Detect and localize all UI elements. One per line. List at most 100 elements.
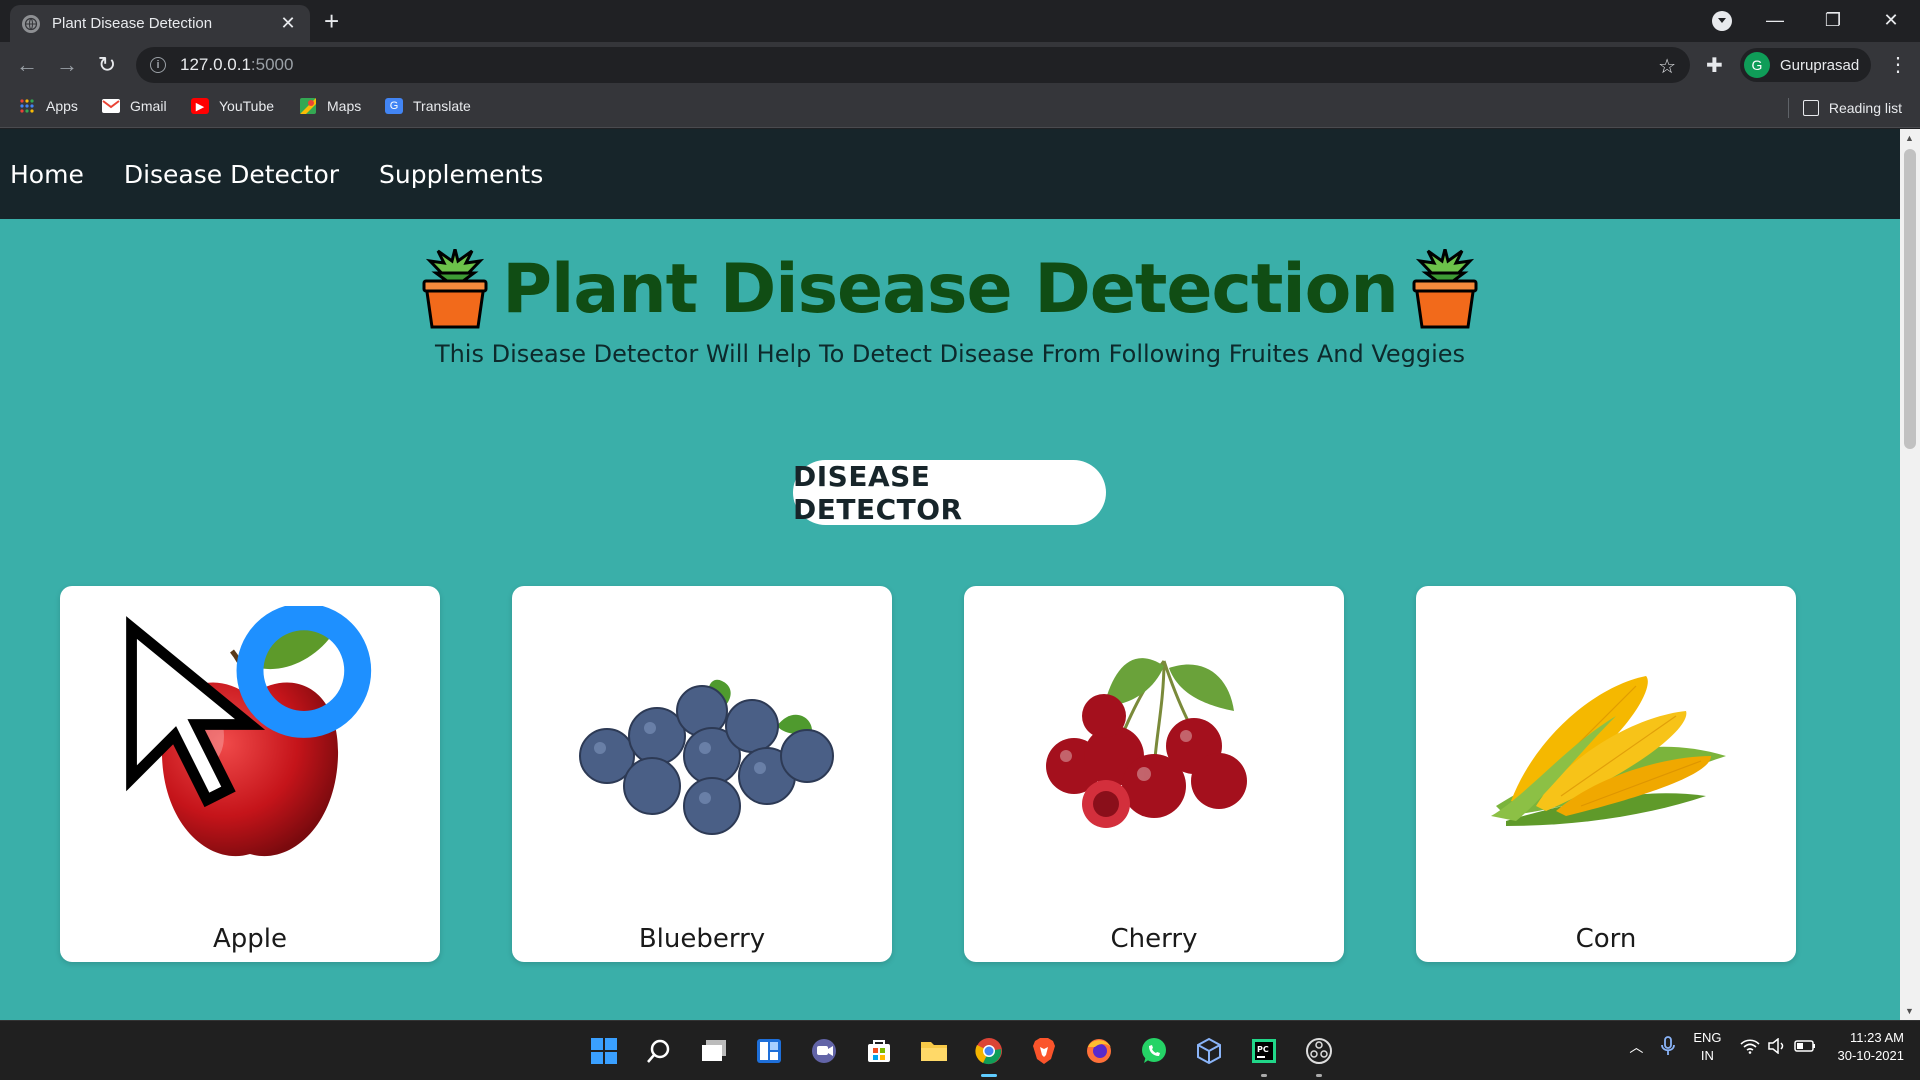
extensions-icon[interactable]: ✚ xyxy=(1706,53,1723,78)
reading-list-icon xyxy=(1802,100,1819,116)
clock-time: 11:23 AM xyxy=(1850,1030,1904,1045)
globe-icon xyxy=(22,14,40,33)
web-page: Home Disease Detector Supplements Plant … xyxy=(0,129,1900,1020)
microphone-icon[interactable] xyxy=(1661,1035,1676,1059)
title-text: Plant Disease Detection xyxy=(502,249,1399,329)
bookmark-maps[interactable]: Maps xyxy=(299,98,361,114)
address-bar[interactable]: i 127.0.0.1:5000 ☆ xyxy=(136,47,1690,83)
scroll-down-icon[interactable]: ▼ xyxy=(1905,1006,1914,1016)
crop-card-apple[interactable]: Apple xyxy=(60,586,440,962)
battery-icon[interactable] xyxy=(1793,1039,1816,1056)
search-icon[interactable] xyxy=(639,1031,679,1071)
potted-plant-icon xyxy=(422,249,488,329)
close-tab-icon[interactable]: ✕ xyxy=(278,13,298,34)
page-title: Plant Disease Detection xyxy=(408,249,1492,329)
crop-cards: Apple Blueberry Cherry Corn xyxy=(60,586,1796,962)
browser-toolbar: ← → ↻ i 127.0.0.1:5000 ☆ xyxy=(0,42,1920,88)
language-indicator[interactable]: ENG IN xyxy=(1693,1029,1721,1065)
bookmark-label: Apps xyxy=(46,98,78,114)
crop-card-corn[interactable]: Corn xyxy=(1416,586,1796,962)
crop-card-blueberry[interactable]: Blueberry xyxy=(512,586,892,962)
chevron-up-icon[interactable]: ︿ xyxy=(1629,1037,1643,1057)
new-tab-button[interactable]: + xyxy=(324,8,339,34)
brave-icon[interactable] xyxy=(1024,1031,1064,1071)
task-view-icon[interactable] xyxy=(694,1031,734,1071)
lang-top: ENG xyxy=(1693,1030,1722,1045)
volume-icon[interactable] xyxy=(1767,1036,1786,1057)
gmail-icon xyxy=(102,98,120,114)
card-label: Cherry xyxy=(1110,924,1198,954)
blueberry-image xyxy=(579,679,834,835)
bookmark-translate[interactable]: G Translate xyxy=(385,98,471,114)
url-port: :5000 xyxy=(250,55,294,74)
bookmark-youtube[interactable]: ▶ YouTube xyxy=(191,98,274,114)
file-explorer-icon[interactable] xyxy=(914,1031,954,1071)
taskbar-apps: PC xyxy=(584,1031,1339,1077)
maps-icon xyxy=(299,98,317,114)
nav-supplements-link[interactable]: Supplements xyxy=(379,160,543,189)
forward-icon[interactable]: → xyxy=(54,52,80,78)
corn-image xyxy=(1491,676,1726,826)
pycharm-icon[interactable]: PC xyxy=(1244,1031,1284,1077)
widgets-icon[interactable] xyxy=(749,1031,789,1071)
store-icon[interactable] xyxy=(859,1031,899,1071)
scrollbar-thumb[interactable] xyxy=(1904,149,1916,449)
nav-home-link[interactable]: Home xyxy=(10,160,84,189)
teams-chat-icon[interactable] xyxy=(804,1031,844,1071)
reading-list-button[interactable]: Reading list xyxy=(1787,98,1902,118)
tab-title: Plant Disease Detection xyxy=(52,15,213,32)
divider xyxy=(1787,98,1789,118)
close-window-icon[interactable]: ✕ xyxy=(1862,0,1920,40)
url-host: 127.0.0.1 xyxy=(180,55,251,74)
wifi-icon[interactable] xyxy=(1739,1038,1760,1057)
back-icon[interactable]: ← xyxy=(14,52,40,78)
minimize-icon[interactable]: — xyxy=(1746,0,1804,40)
site-info-icon[interactable]: i xyxy=(150,57,166,73)
reload-icon[interactable]: ↻ xyxy=(94,52,120,78)
bookmark-apps[interactable]: Apps xyxy=(18,98,78,114)
browser-tab-bar: Plant Disease Detection ✕ + — ❐ ✕ xyxy=(0,0,1920,42)
chrome-icon[interactable] xyxy=(969,1031,1009,1077)
bookmark-label: Maps xyxy=(327,98,362,114)
card-label: Apple xyxy=(212,924,287,954)
site-navbar: Home Disease Detector Supplements xyxy=(0,129,1900,219)
lang-bottom: IN xyxy=(1700,1048,1714,1063)
page-scrollbar[interactable]: ▲ ▼ xyxy=(1900,129,1920,1020)
virtualbox-icon[interactable] xyxy=(1189,1031,1229,1071)
card-label: Corn xyxy=(1575,924,1637,954)
profile-name: Guruprasad xyxy=(1780,56,1860,74)
nav-disease-detector-link[interactable]: Disease Detector xyxy=(124,160,339,189)
disease-detector-button[interactable]: DISEASE DETECTOR xyxy=(793,460,1106,526)
bookmark-label: YouTube xyxy=(219,98,275,114)
obs-icon[interactable] xyxy=(1299,1031,1339,1077)
crop-card-cherry[interactable]: Cherry xyxy=(964,586,1344,962)
tab-search-icon[interactable] xyxy=(1712,11,1732,31)
svg-text:PC: PC xyxy=(1257,1045,1269,1054)
youtube-icon: ▶ xyxy=(191,98,209,114)
start-icon[interactable] xyxy=(584,1031,624,1071)
page-subtitle: This Disease Detector Will Help To Detec… xyxy=(434,340,1466,368)
menu-kebab-icon[interactable]: ⋮ xyxy=(1888,52,1908,77)
whatsapp-icon[interactable] xyxy=(1134,1031,1174,1071)
window-controls: — ❐ ✕ xyxy=(1746,0,1920,40)
bookmark-gmail[interactable]: Gmail xyxy=(102,98,167,114)
clock-date: 30-10-2021 xyxy=(1837,1048,1905,1063)
apps-grid-icon xyxy=(18,98,36,114)
avatar: G xyxy=(1744,52,1770,78)
bookmark-label: Gmail xyxy=(130,98,167,114)
cherry-image xyxy=(1046,658,1247,828)
system-clock[interactable]: 11:23 AM 30-10-2021 xyxy=(1838,1029,1905,1065)
windows-taskbar: PC ︿ ENG IN 11:23 AM 30-10-2021 xyxy=(0,1020,1920,1080)
browser-tab[interactable]: Plant Disease Detection ✕ xyxy=(10,5,310,42)
translate-icon: G xyxy=(385,98,403,114)
busy-cursor-icon xyxy=(126,606,372,808)
card-label: Blueberry xyxy=(638,924,766,954)
hero-section: Plant Disease Detection This Disease Det… xyxy=(0,249,1900,368)
system-tray: ︿ ENG IN 11:23 AM 30-10-2021 xyxy=(1611,1029,1904,1065)
scroll-up-icon[interactable]: ▲ xyxy=(1905,133,1914,143)
bookmark-star-icon[interactable]: ☆ xyxy=(1658,54,1676,79)
potted-plant-icon xyxy=(1412,249,1478,329)
restore-icon[interactable]: ❐ xyxy=(1804,0,1862,40)
profile-button[interactable]: G Guruprasad xyxy=(1740,48,1872,82)
firefox-icon[interactable] xyxy=(1079,1031,1119,1071)
